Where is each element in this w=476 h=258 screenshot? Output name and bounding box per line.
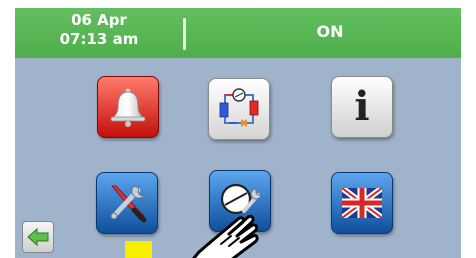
alarm-button[interactable] bbox=[97, 76, 159, 138]
bell-icon bbox=[110, 88, 146, 127]
status-bar: 06 Apr 07:13 am ON bbox=[15, 8, 461, 58]
status-divider bbox=[183, 18, 186, 50]
refrigeration-circuit-icon bbox=[219, 88, 259, 127]
uk-flag-icon bbox=[342, 188, 382, 218]
settings-tools-button[interactable] bbox=[96, 172, 158, 234]
arrow-left-icon bbox=[27, 227, 49, 247]
datetime-display: 06 Apr 07:13 am bbox=[15, 11, 183, 49]
language-button[interactable] bbox=[331, 172, 393, 234]
unit-status: ON bbox=[316, 22, 344, 41]
screwdriver-wrench-icon bbox=[110, 185, 147, 223]
info-button[interactable]: i bbox=[331, 76, 393, 138]
controller-screen: 06 Apr 07:13 am ON i bbox=[15, 8, 461, 258]
pointing-hand-icon bbox=[192, 214, 259, 258]
date-label: 06 Apr bbox=[71, 11, 127, 29]
back-button[interactable] bbox=[22, 221, 54, 253]
info-icon: i bbox=[354, 83, 370, 130]
time-label: 07:13 am bbox=[59, 30, 139, 48]
refrigeration-circuit-button[interactable] bbox=[208, 78, 270, 140]
highlight-marker bbox=[125, 241, 152, 258]
